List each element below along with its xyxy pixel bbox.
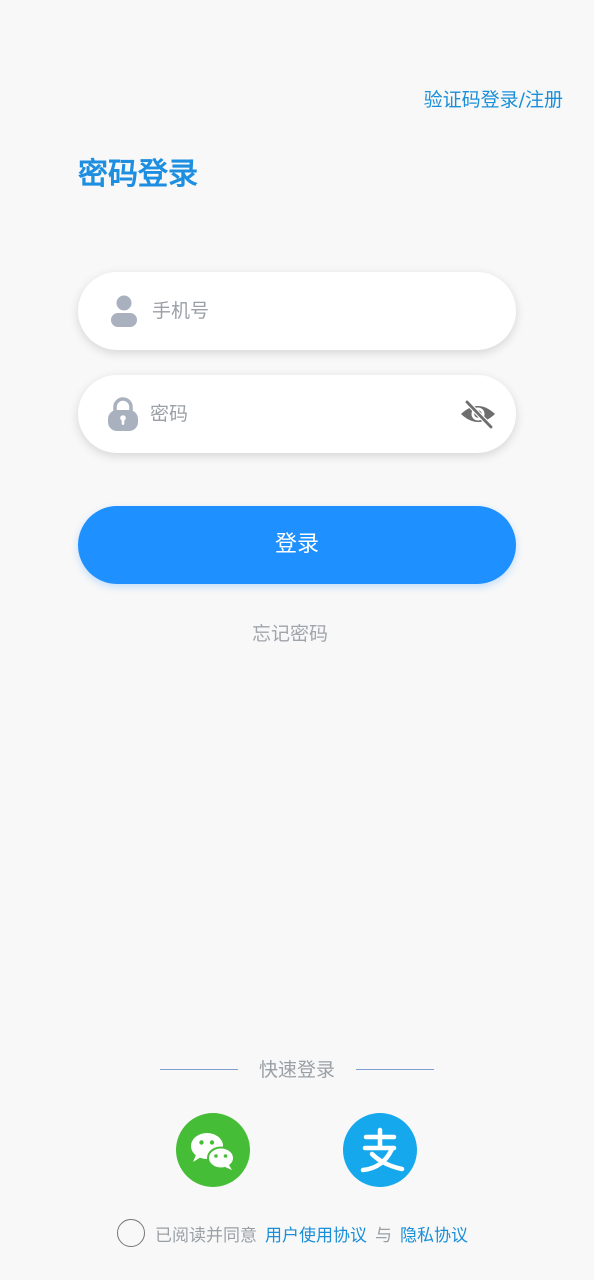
alipay-login-button[interactable] (343, 1113, 417, 1187)
alipay-icon (360, 1127, 405, 1173)
password-input[interactable] (150, 375, 450, 453)
page-title: 密码登录 (78, 157, 198, 192)
wechat-icon (191, 1133, 235, 1170)
agreement-checkbox[interactable] (117, 1219, 145, 1247)
forgot-password-link[interactable]: 忘记密码 (0, 620, 580, 648)
password-field[interactable] (78, 375, 516, 453)
phone-field[interactable] (78, 272, 516, 350)
quick-login-label: 快速登录 (258, 1059, 335, 1081)
verification-login-register-link[interactable]: 验证码登录/注册 (424, 86, 563, 114)
login-button[interactable]: 登录 (78, 506, 516, 584)
user-agreement-link[interactable]: 用户使用协议 (265, 1221, 367, 1246)
phone-input[interactable] (152, 272, 482, 350)
wechat-login-button[interactable] (176, 1113, 250, 1187)
agreement-row: 已阅读并同意 用户使用协议 与 隐私协议 (117, 1217, 468, 1249)
agreement-prefix: 已阅读并同意 (155, 1225, 257, 1246)
divider-left (160, 1069, 238, 1070)
divider-right (356, 1069, 434, 1070)
agreement-conjunction: 与 (375, 1225, 392, 1246)
user-icon (111, 295, 137, 327)
eye-off-icon[interactable] (460, 399, 496, 429)
privacy-agreement-link[interactable]: 隐私协议 (400, 1221, 468, 1246)
lock-icon (108, 397, 138, 431)
